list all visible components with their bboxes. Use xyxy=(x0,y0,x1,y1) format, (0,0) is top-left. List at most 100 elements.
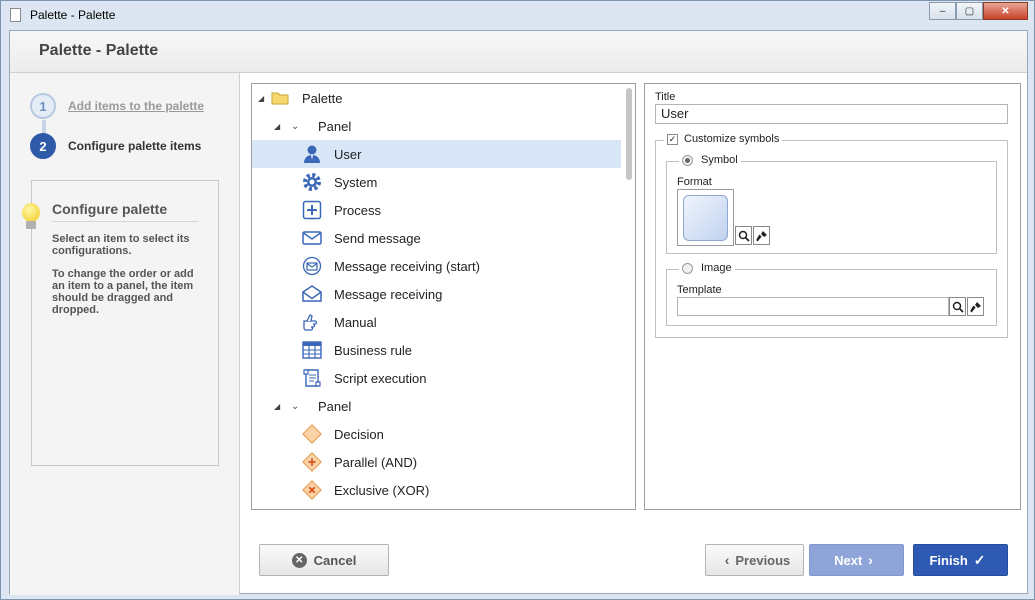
tree-item-user[interactable]: User xyxy=(252,140,621,168)
maximize-button[interactable]: ▢ xyxy=(956,2,983,20)
template-label: Template xyxy=(677,284,722,296)
tree-item-system[interactable]: System xyxy=(252,168,621,196)
wizard-step-1[interactable]: 1 Add items to the palette xyxy=(30,93,204,119)
step-label-add-items[interactable]: Add items to the palette xyxy=(68,99,204,113)
table-icon xyxy=(302,340,322,360)
tree-item-decision[interactable]: Decision xyxy=(252,420,621,448)
diamond-icon xyxy=(302,424,322,444)
envelope-icon xyxy=(302,228,322,248)
tree-label: Script execution xyxy=(334,370,427,386)
symbol-radio[interactable] xyxy=(682,154,693,166)
next-label: Next xyxy=(834,552,863,568)
tree-label: Process xyxy=(334,202,381,218)
plus-box-icon xyxy=(302,200,322,220)
folder-icon xyxy=(270,88,290,108)
gear-icon xyxy=(302,172,322,192)
help-box: Configure palette Select an item to sele… xyxy=(22,180,219,466)
help-title: Configure palette xyxy=(52,201,168,217)
format-label: Format xyxy=(677,176,712,188)
diamond-x-icon xyxy=(302,480,322,500)
chevron-right-icon: › xyxy=(868,552,873,568)
lightbulb-icon xyxy=(21,203,41,237)
customize-symbols-label: Customize symbols xyxy=(684,133,780,145)
image-option[interactable]: Image xyxy=(679,262,735,274)
dialog-window: Palette - Palette ‒ ▢ ✕ Palette - Palett… xyxy=(0,0,1035,600)
tree-label: Exclusive (XOR) xyxy=(334,482,430,498)
tree-node-panel[interactable]: ◢ ⌄ Panel xyxy=(252,392,621,420)
previous-label: Previous xyxy=(735,552,791,568)
step-number: 2 xyxy=(30,133,56,159)
hand-icon xyxy=(302,312,322,332)
tree-label: Decision xyxy=(334,426,384,442)
format-preview[interactable] xyxy=(677,189,734,246)
template-input[interactable] xyxy=(677,297,949,316)
tree-item-send-message[interactable]: Send message xyxy=(252,224,621,252)
envelope-circle-icon xyxy=(302,256,322,276)
symbol-option[interactable]: Symbol xyxy=(679,154,741,166)
minimize-button[interactable]: ‒ xyxy=(929,2,956,20)
title-bar: Palette - Palette ‒ ▢ ✕ xyxy=(1,1,1034,29)
user-icon xyxy=(302,144,322,164)
expand-arrow-icon[interactable]: ◢ xyxy=(258,94,264,103)
tree-label: System xyxy=(334,174,378,190)
step-label-configure: Configure palette items xyxy=(68,139,202,153)
tree-node-panel[interactable]: ◢ ⌄ Panel xyxy=(252,112,621,140)
chevron-down-icon: ⌄ xyxy=(291,120,300,132)
window-controls: ‒ ▢ ✕ xyxy=(929,2,1028,20)
tree-item-script-execution[interactable]: Script execution xyxy=(252,364,621,392)
help-text: To change the order or add an item to a … xyxy=(52,268,194,316)
dialog-content: Palette - Palette 1 Add items to the pal… xyxy=(9,30,1028,595)
finish-label: Finish xyxy=(929,552,968,568)
diamond-plus-icon xyxy=(302,452,322,472)
chevron-left-icon: ‹ xyxy=(724,552,730,568)
wizard-sidebar: 1 Add items to the palette 2 Configure p… xyxy=(10,73,240,595)
tree-label: Business rule xyxy=(334,342,413,358)
finish-button[interactable]: Finish ✓ xyxy=(913,544,1008,576)
tree-item-exclusive[interactable]: Exclusive (XOR) xyxy=(252,476,621,504)
search-icon[interactable] xyxy=(735,226,752,245)
image-radio[interactable] xyxy=(682,262,693,274)
tree-item-process[interactable]: Process xyxy=(252,196,621,224)
dialog-header: Palette - Palette xyxy=(10,31,1027,73)
close-circle-icon: ✕ xyxy=(291,552,307,568)
tree-item-message-receiving[interactable]: Message receiving xyxy=(252,280,621,308)
image-label: Image xyxy=(701,262,732,274)
customize-symbols-checkbox[interactable]: ✓ xyxy=(667,133,678,145)
chevron-down-icon: ⌄ xyxy=(291,400,300,412)
properties-panel: Title User ✓ Customize symbols Symbol Fo… xyxy=(644,83,1021,510)
step-number: 1 xyxy=(30,93,56,119)
tree-label: Panel xyxy=(318,398,352,414)
brush-icon[interactable] xyxy=(967,297,984,316)
tree-item-message-receiving-start[interactable]: Message receiving (start) xyxy=(252,252,621,280)
tree-item-business-rule[interactable]: Business rule xyxy=(252,336,621,364)
help-divider xyxy=(52,221,198,222)
tree-node-root[interactable]: ◢ Palette xyxy=(252,84,621,112)
customize-symbols-legend[interactable]: ✓ Customize symbols xyxy=(664,133,783,145)
tree-item-parallel[interactable]: Parallel (AND) xyxy=(252,448,621,476)
palette-tree[interactable]: ◢ Palette ◢ ⌄ Panel User System Process … xyxy=(251,83,636,510)
title-input[interactable]: User xyxy=(655,104,1008,124)
brush-icon[interactable] xyxy=(753,226,770,245)
cancel-button[interactable]: ✕ Cancel xyxy=(259,544,389,576)
tree-label: Message receiving (start) xyxy=(334,258,480,274)
tree-label: Panel xyxy=(318,118,352,134)
tree-label: Send message xyxy=(334,230,421,246)
wizard-step-2: 2 Configure palette items xyxy=(30,133,201,159)
help-text: Select an item to select its configurati… xyxy=(52,233,190,257)
tree-item-manual[interactable]: Manual xyxy=(252,308,621,336)
search-icon[interactable] xyxy=(949,297,966,316)
tree-label: Parallel (AND) xyxy=(334,454,418,470)
checkmark-icon: ✓ xyxy=(973,551,986,568)
tree-scrollbar[interactable] xyxy=(626,88,632,180)
tree-label: User xyxy=(334,146,362,162)
expand-arrow-icon[interactable]: ◢ xyxy=(274,122,280,131)
close-button[interactable]: ✕ xyxy=(983,2,1028,20)
window-title: Palette - Palette xyxy=(30,8,116,22)
tree-label: Manual xyxy=(334,314,377,330)
tree-label: Message receiving xyxy=(334,286,443,302)
expand-arrow-icon[interactable]: ◢ xyxy=(274,402,280,411)
open-envelope-icon xyxy=(302,284,322,304)
previous-button[interactable]: ‹ Previous xyxy=(705,544,804,576)
customize-symbols-group: ✓ Customize symbols Symbol Format Image … xyxy=(655,133,1008,338)
next-button[interactable]: Next › xyxy=(809,544,904,576)
